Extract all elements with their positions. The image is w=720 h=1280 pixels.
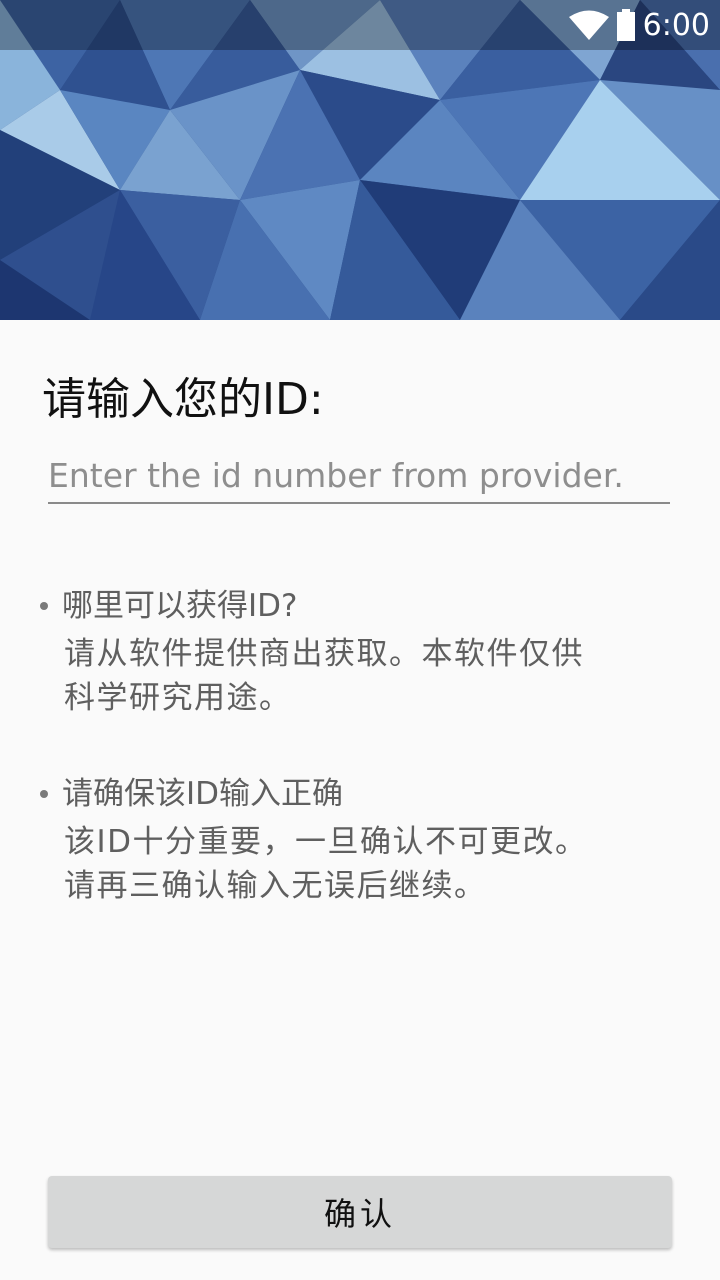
wifi-icon [568,10,609,40]
tip-body: 该ID十分重要，一旦确认不可更改。 请再三确认输入无误后继续。 [64,824,588,904]
status-time: 6:00 [642,7,710,43]
tip-body: 请从软件提供商出获取。本软件仅供 科学研究用途。 [64,636,584,716]
bullet-icon [40,602,48,610]
bullet-icon [40,790,48,798]
tip-where-to-get-id: 哪里可以获得ID? 请从软件提供商出获取。本软件仅供 科学研究用途。 [40,584,700,720]
tip-ensure-correct-id: 请确保该ID输入正确 该ID十分重要，一旦确认不可更改。 请再三确认输入无误后继… [40,772,700,908]
page-title: 请输入您的ID: [42,374,324,425]
status-bar: 6:00 [0,0,720,50]
id-input[interactable] [48,452,670,504]
tip-title: 请确保该ID输入正确 [62,776,344,812]
tip-title: 哪里可以获得ID? [62,588,298,624]
battery-icon [616,9,635,41]
confirm-button[interactable]: 确认 [48,1176,672,1248]
